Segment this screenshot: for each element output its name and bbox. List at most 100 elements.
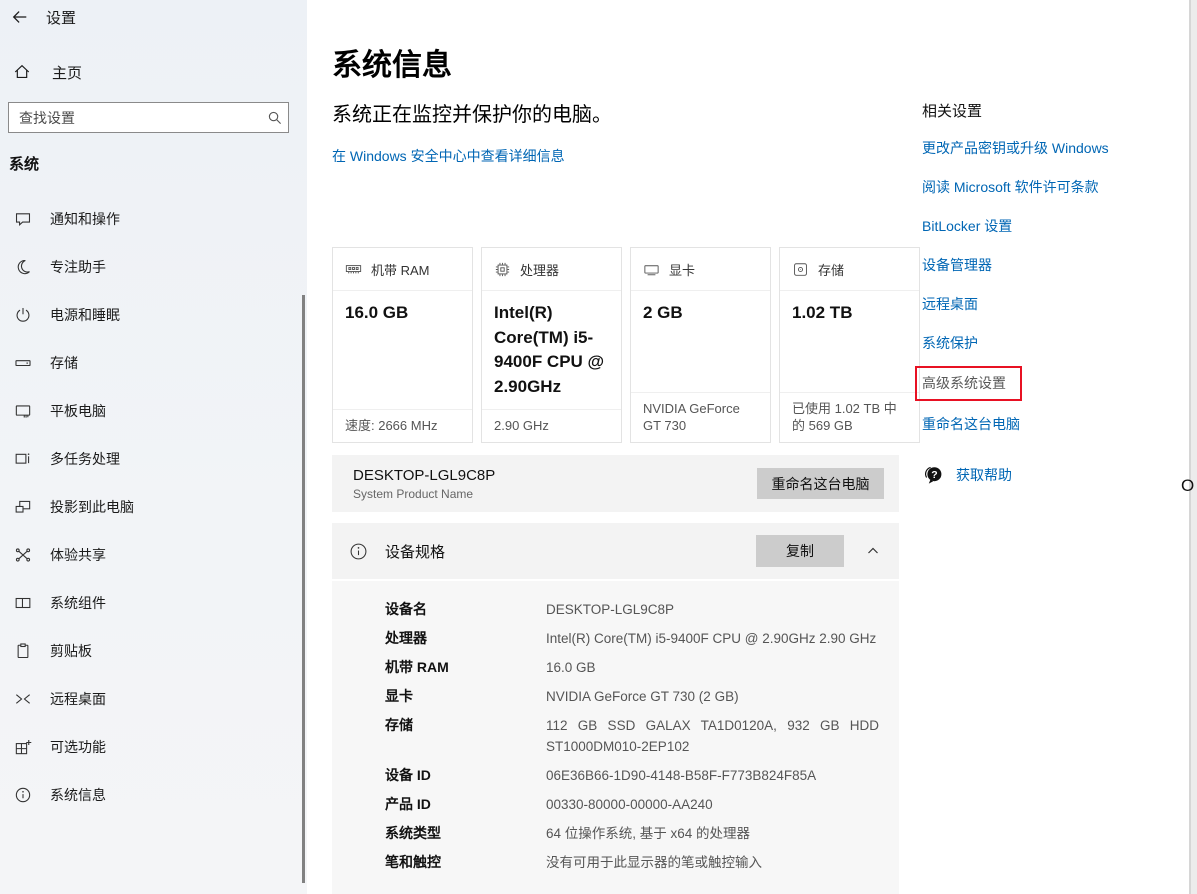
- card-cpu: 处理器 Intel(R) Core(TM) i5-9400F CPU @ 2.9…: [481, 247, 622, 443]
- sidebar-item-optional-features[interactable]: 可选功能: [0, 723, 300, 771]
- card-footer: 2.90 GHz: [482, 409, 621, 442]
- cpu-icon: [494, 261, 511, 278]
- spec-row: 机带 RAM 16.0 GB: [385, 653, 879, 682]
- get-help-icon: ?: [922, 464, 944, 486]
- about-icon: [14, 786, 32, 804]
- ram-icon: [345, 261, 362, 278]
- gpu-icon: [643, 261, 660, 278]
- spec-label: 笔和触控: [385, 852, 546, 873]
- link-remote-desktop[interactable]: 远程桌面: [922, 295, 1184, 313]
- svg-text:?: ?: [931, 469, 937, 481]
- disk-icon: [792, 261, 809, 278]
- get-help-link[interactable]: ? 获取帮助: [922, 464, 1012, 486]
- home-icon: [13, 63, 31, 81]
- card-storage: 存储 1.02 TB 已使用 1.02 TB 中的 569 GB: [779, 247, 920, 443]
- sidebar-item-notifications[interactable]: 通知和操作: [0, 195, 300, 243]
- copy-button[interactable]: 复制: [756, 535, 844, 567]
- spec-label: 产品 ID: [385, 794, 546, 815]
- sidebar-section-label: 系统: [9, 153, 39, 174]
- link-license-terms[interactable]: 阅读 Microsoft 软件许可条款: [922, 178, 1184, 196]
- sidebar-item-about[interactable]: 系统信息: [0, 771, 300, 819]
- sidebar-item-multitasking[interactable]: 多任务处理: [0, 435, 300, 483]
- card-ram: 机带 RAM 16.0 GB 速度: 2666 MHz: [332, 247, 473, 443]
- spec-row: 产品 ID 00330-80000-00000-AA240: [385, 790, 879, 819]
- back-arrow-icon: [11, 8, 29, 26]
- related-settings-title: 相关设置: [922, 100, 1184, 121]
- sidebar-item-home[interactable]: 主页: [0, 56, 307, 88]
- sidebar-item-label: 投影到此电脑: [50, 497, 134, 517]
- card-footer: NVIDIA GeForce GT 730: [631, 392, 770, 442]
- sidebar-item-label: 专注助手: [50, 257, 106, 277]
- sidebar-item-system-components[interactable]: 系统组件: [0, 579, 300, 627]
- sidebar-item-label: 电源和睡眠: [50, 305, 120, 325]
- device-spec-body: 设备名 DESKTOP-LGL9C8P 处理器 Intel(R) Core(TM…: [332, 581, 899, 894]
- remote-desktop-icon: [14, 690, 32, 708]
- spec-row: 设备 ID 06E36B66-1D90-4148-B58F-F773B824F8…: [385, 761, 879, 790]
- search-input[interactable]: [9, 110, 262, 126]
- clipboard-icon: [14, 642, 32, 660]
- card-footer: 速度: 2666 MHz: [333, 409, 472, 442]
- link-bitlocker-settings[interactable]: BitLocker 设置: [922, 217, 1184, 235]
- sidebar-item-tablet[interactable]: 平板电脑: [0, 387, 300, 435]
- card-label: 存储: [818, 260, 844, 279]
- sidebar-item-label: 系统组件: [50, 593, 106, 613]
- back-button[interactable]: [0, 2, 40, 32]
- card-value: 1.02 TB: [780, 291, 919, 336]
- spec-label: 机带 RAM: [385, 657, 546, 678]
- spec-label: 存储: [385, 715, 546, 736]
- spec-value: 00330-80000-00000-AA240: [546, 794, 879, 815]
- related-settings: 相关设置 更改产品密钥或升级 Windows 阅读 Microsoft 软件许可…: [922, 100, 1184, 454]
- card-value: 2 GB: [631, 291, 770, 336]
- card-gpu: 显卡 2 GB NVIDIA GeForce GT 730: [630, 247, 771, 443]
- collapse-chevron-button[interactable]: [861, 539, 885, 563]
- link-change-product-key[interactable]: 更改产品密钥或升级 Windows: [922, 139, 1184, 157]
- rename-pc-button[interactable]: 重命名这台电脑: [757, 468, 884, 499]
- titlebar-left: 设置: [0, 0, 307, 34]
- sidebar-item-shared-experiences[interactable]: 体验共享: [0, 531, 300, 579]
- sidebar-item-focus-assist[interactable]: 专注助手: [0, 243, 300, 291]
- annotation-circle-marker: O: [1181, 477, 1194, 494]
- sidebar-item-label: 体验共享: [50, 545, 106, 565]
- sidebar-item-label: 多任务处理: [50, 449, 120, 469]
- device-spec-title: 设备规格: [385, 541, 445, 562]
- spec-row: 显卡 NVIDIA GeForce GT 730 (2 GB): [385, 682, 879, 711]
- spec-value: 112 GB SSD GALAX TA1D0120A, 932 GB HDD S…: [546, 715, 879, 757]
- device-name-panel: DESKTOP-LGL9C8P System Product Name 重命名这…: [332, 455, 899, 512]
- optional-features-icon: [14, 738, 32, 756]
- spec-label: 显卡: [385, 686, 546, 707]
- link-system-protection[interactable]: 系统保护: [922, 334, 1184, 352]
- link-device-manager[interactable]: 设备管理器: [922, 256, 1184, 274]
- notifications-icon: [14, 210, 32, 228]
- search-icon[interactable]: [262, 110, 288, 126]
- sidebar-item-power-sleep[interactable]: 电源和睡眠: [0, 291, 300, 339]
- spec-value: DESKTOP-LGL9C8P: [546, 599, 879, 620]
- page-title: 系统信息: [332, 40, 452, 84]
- windows-security-link[interactable]: 在 Windows 安全中心中查看详细信息: [332, 146, 565, 166]
- sidebar-item-remote-desktop[interactable]: 远程桌面: [0, 675, 300, 723]
- spec-row: 笔和触控 没有可用于此显示器的笔或触控输入: [385, 848, 879, 877]
- spec-value: 16.0 GB: [546, 657, 879, 678]
- spec-value: Intel(R) Core(TM) i5-9400F CPU @ 2.90GHz…: [546, 628, 879, 649]
- projecting-icon: [14, 498, 32, 516]
- window-scrollbar[interactable]: [1189, 0, 1197, 894]
- tablet-icon: [14, 402, 32, 420]
- link-rename-this-pc[interactable]: 重命名这台电脑: [922, 415, 1184, 433]
- hardware-cards: 机带 RAM 16.0 GB 速度: 2666 MHz 处理器 Intel(R)…: [332, 247, 920, 443]
- spec-row: 处理器 Intel(R) Core(TM) i5-9400F CPU @ 2.9…: [385, 624, 879, 653]
- device-spec-header: 设备规格 复制: [332, 523, 899, 579]
- spec-label: 设备 ID: [385, 765, 546, 786]
- link-advanced-system-settings[interactable]: 高级系统设置: [915, 366, 1022, 401]
- sidebar-item-label: 平板电脑: [50, 401, 106, 421]
- sidebar-item-projecting[interactable]: 投影到此电脑: [0, 483, 300, 531]
- sidebar-scrollbar-thumb[interactable]: [302, 295, 305, 883]
- annotation-red-box: 高级系统设置: [915, 366, 1184, 401]
- sidebar-item-storage[interactable]: 存储: [0, 339, 300, 387]
- spec-label: 处理器: [385, 628, 546, 649]
- storage-icon: [14, 354, 32, 372]
- sidebar-item-clipboard[interactable]: 剪贴板: [0, 627, 300, 675]
- spec-value: NVIDIA GeForce GT 730 (2 GB): [546, 686, 879, 707]
- power-sleep-icon: [14, 306, 32, 324]
- app-title: 设置: [46, 7, 76, 28]
- sidebar-home-label: 主页: [52, 62, 82, 83]
- multitasking-icon: [14, 450, 32, 468]
